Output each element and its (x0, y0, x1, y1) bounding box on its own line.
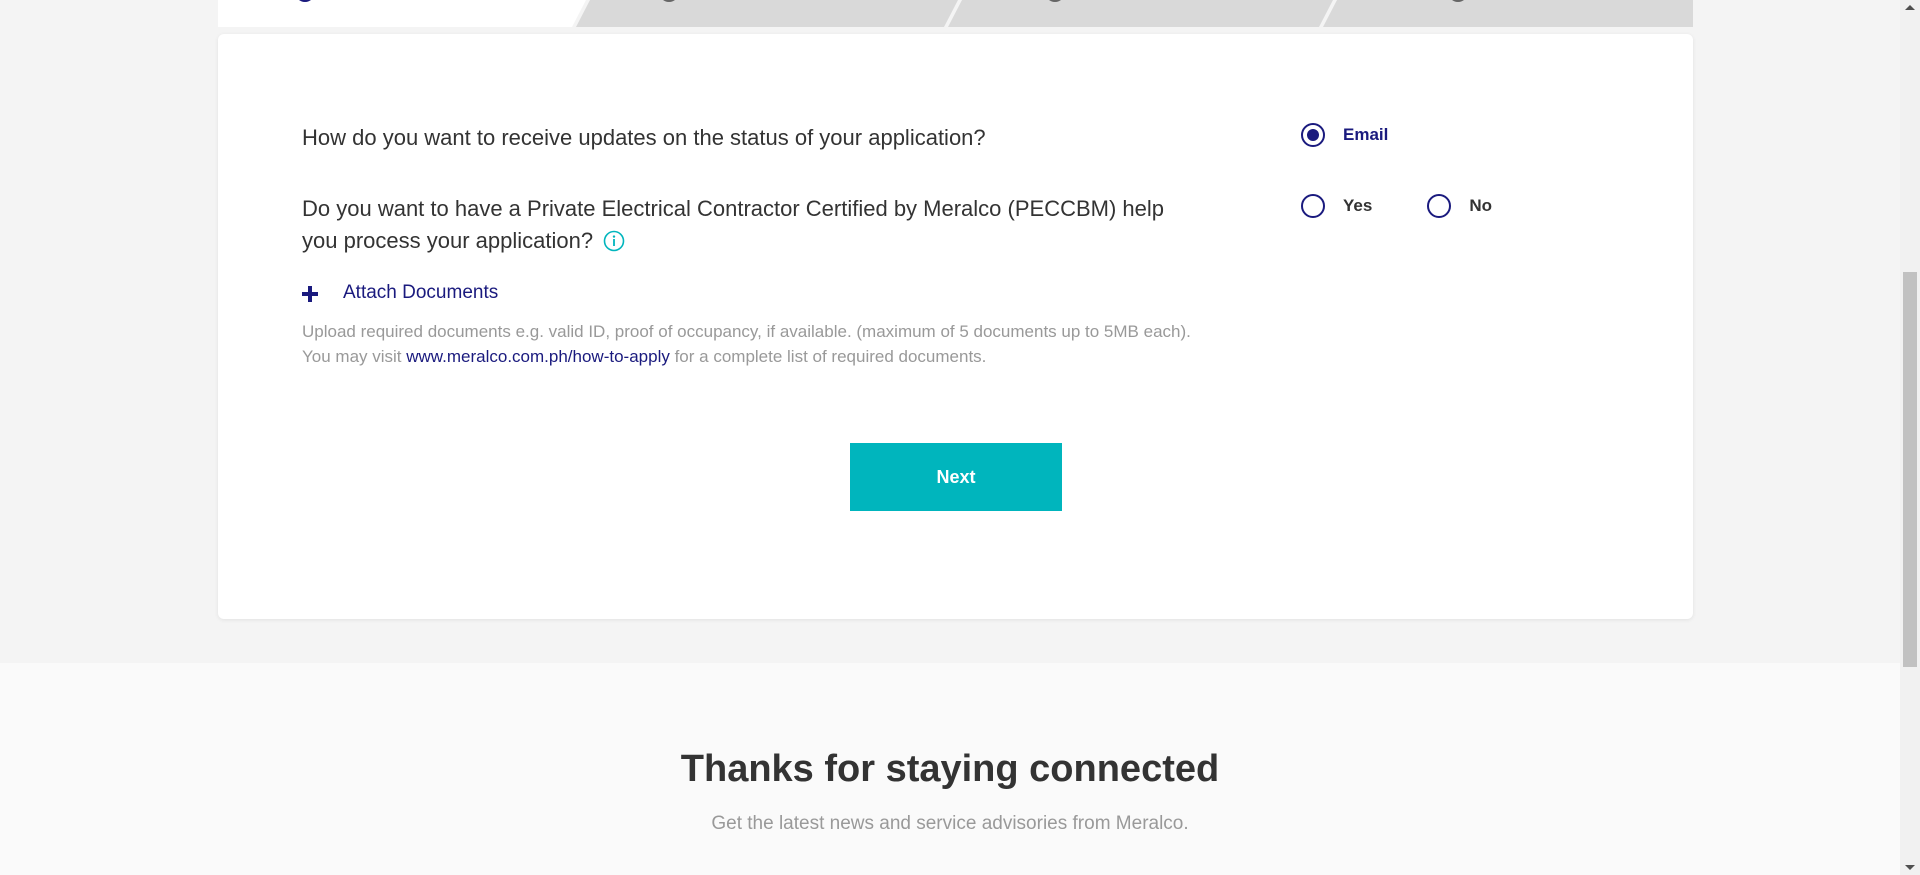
peccbm-question: Do you want to have a Private Electrical… (302, 193, 1182, 261)
upload-help-line-2: You may visit www.meralco.com.ph/how-to-… (302, 344, 1282, 369)
newsletter-subheading: Get the latest news and service advisori… (711, 813, 1189, 834)
no-radio[interactable]: No (1427, 194, 1492, 218)
plus-icon[interactable] (302, 283, 322, 303)
step-3-tab (948, 0, 1333, 27)
step-1-tab (218, 0, 586, 27)
email-radio[interactable]: Email (1301, 123, 1388, 147)
newsletter-section: Thanks for staying connected Get the lat… (0, 663, 1900, 875)
scroll-thumb[interactable] (1903, 272, 1917, 667)
newsletter-heading: Thanks for staying connected (680, 748, 1220, 790)
upload-help-line-1: Upload required documents e.g. valid ID,… (302, 322, 1191, 341)
stepper-tabs (218, 0, 1693, 27)
progress-stepper (218, 0, 1693, 27)
yes-radio-label: Yes (1343, 196, 1373, 215)
email-radio-circle[interactable] (1301, 123, 1325, 147)
peccbm-radio-group: Yes No (1301, 194, 1492, 218)
info-icon[interactable] (603, 229, 625, 261)
no-radio-label: No (1469, 196, 1492, 215)
help-suffix: for a complete list of required document… (669, 347, 987, 366)
scroll-up-arrow-icon[interactable] (1905, 5, 1915, 10)
attach-documents-button[interactable]: Attach Documents (302, 282, 498, 304)
email-radio-label: Email (1343, 125, 1389, 144)
scroll-down-arrow-icon[interactable] (1905, 865, 1915, 870)
upload-help-text: Upload required documents e.g. valid ID,… (302, 319, 1282, 369)
update-method-radio-group: Email (1301, 123, 1388, 147)
yes-radio[interactable]: Yes (1301, 194, 1372, 218)
help-prefix: You may visit (302, 347, 407, 366)
page-scrollbar[interactable] (1900, 0, 1920, 875)
next-button[interactable]: Next (850, 443, 1062, 511)
attach-documents-label[interactable]: Attach Documents (343, 282, 498, 304)
peccbm-question-text: Do you want to have a Private Electrical… (302, 196, 1165, 253)
how-to-apply-link[interactable]: www.meralco.com.ph/how-to-apply (406, 347, 670, 366)
yes-radio-circle[interactable] (1301, 194, 1325, 218)
step-2-tab (576, 0, 958, 27)
step-4-tab (1323, 0, 1693, 27)
no-radio-circle[interactable] (1427, 194, 1452, 218)
application-form-card: How do you want to receive updates on th… (218, 34, 1693, 619)
update-method-question: How do you want to receive updates on th… (302, 125, 986, 150)
